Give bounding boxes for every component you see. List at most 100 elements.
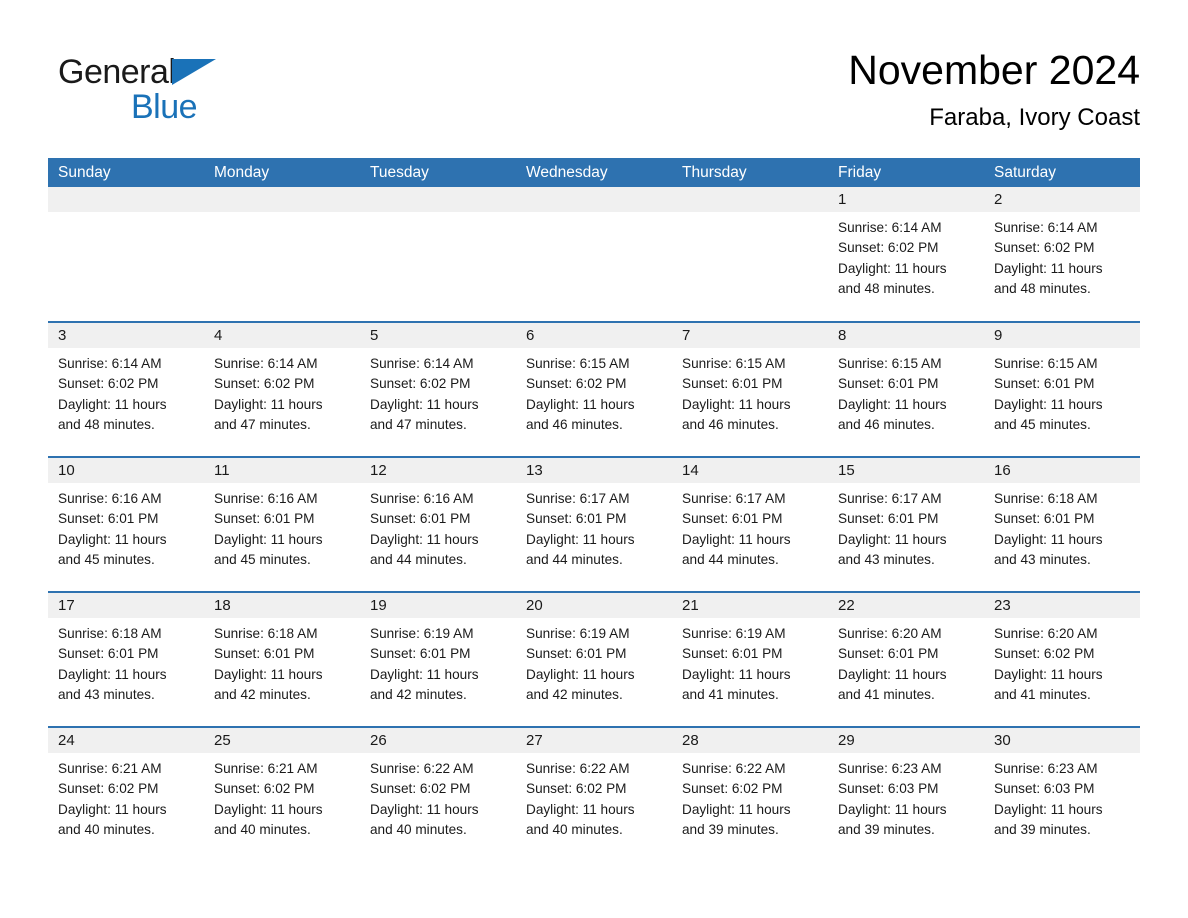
calendar-day-cell[interactable]: 7 Sunrise: 6:15 AM Sunset: 6:01 PM Daylight… [672, 321, 828, 457]
calendar-day-cell[interactable]: 4 Sunrise: 6:14 AM Sunset: 6:02 PM Daylight… [204, 321, 360, 457]
daylight-text-line1: Daylight: 11 hours [526, 396, 635, 412]
daylight-text-line2: and 40 minutes. [370, 821, 467, 837]
day-cell-inner: 4 Sunrise: 6:14 AM Sunset: 6:02 PM Daylight… [204, 323, 360, 456]
calendar-day-cell[interactable]: 21 Sunrise: 6:19 AM Sunset: 6:01 PM Dayligh… [672, 591, 828, 727]
day-number [48, 187, 204, 212]
day-cell-inner: 11 Sunrise: 6:16 AM Sunset: 6:01 PM Dayligh… [204, 458, 360, 591]
calendar-day-cell[interactable]: 9 Sunrise: 6:15 AM Sunset: 6:01 PM Daylight… [984, 321, 1140, 457]
day-number: 4 [204, 323, 360, 348]
sunset-text: Sunset: 6:02 PM [994, 240, 1095, 256]
calendar-day-cell[interactable]: 1 Sunrise: 6:14 AM Sunset: 6:02 PM Daylight… [828, 187, 984, 322]
daylight-text-line2: and 48 minutes. [58, 416, 155, 432]
day-cell-inner [672, 187, 828, 321]
day-cell-details: Sunrise: 6:15 AM Sunset: 6:01 PM Daylight:… [984, 348, 1140, 435]
calendar-day-cell[interactable]: 14 Sunrise: 6:17 AM Sunset: 6:01 PM Dayligh… [672, 456, 828, 592]
day-number [204, 187, 360, 212]
calendar-day-cell[interactable]: 30 Sunrise: 6:23 AM Sunset: 6:03 PM Dayligh… [984, 726, 1140, 862]
calendar-day-cell[interactable]: 20 Sunrise: 6:19 AM Sunset: 6:01 PM Dayligh… [516, 591, 672, 727]
day-cell-details: Sunrise: 6:16 AM Sunset: 6:01 PM Daylight:… [360, 483, 516, 570]
calendar-day-cell[interactable]: 27 Sunrise: 6:22 AM Sunset: 6:02 PM Dayligh… [516, 726, 672, 862]
daylight-text-line2: and 43 minutes. [58, 686, 155, 702]
calendar-day-cell[interactable]: 28 Sunrise: 6:22 AM Sunset: 6:02 PM Dayligh… [672, 726, 828, 862]
sunrise-text: Sunrise: 6:15 AM [526, 356, 630, 371]
daylight-text-line2: and 40 minutes. [526, 821, 623, 837]
calendar-day-cell[interactable]: 17 Sunrise: 6:18 AM Sunset: 6:01 PM Dayligh… [48, 591, 204, 727]
calendar-day-cell[interactable]: 8 Sunrise: 6:15 AM Sunset: 6:01 PM Daylight… [828, 321, 984, 457]
daylight-text-line2: and 45 minutes. [214, 551, 311, 567]
day-cell-details: Sunrise: 6:14 AM Sunset: 6:02 PM Daylight:… [204, 348, 360, 435]
daylight-text-line1: Daylight: 11 hours [838, 666, 947, 682]
calendar-day-cell[interactable]: 2 Sunrise: 6:14 AM Sunset: 6:02 PM Daylight… [984, 187, 1140, 322]
daylight-text-line1: Daylight: 11 hours [526, 666, 635, 682]
general-blue-logo[interactable]: General Blue [58, 52, 318, 132]
day-number [672, 187, 828, 212]
daylight-text-line1: Daylight: 11 hours [370, 396, 479, 412]
logo-bottom-row: Blue [58, 90, 318, 128]
day-cell-details: Sunrise: 6:22 AM Sunset: 6:02 PM Daylight:… [360, 753, 516, 840]
calendar-day-cell[interactable]: 3 Sunrise: 6:14 AM Sunset: 6:02 PM Daylight… [48, 321, 204, 457]
sunset-text: Sunset: 6:01 PM [58, 511, 159, 527]
sunset-text: Sunset: 6:01 PM [682, 646, 783, 662]
calendar-day-cell[interactable]: 12 Sunrise: 6:16 AM Sunset: 6:01 PM Dayligh… [360, 456, 516, 592]
day-cell-details: Sunrise: 6:20 AM Sunset: 6:02 PM Daylight:… [984, 618, 1140, 705]
sunset-text: Sunset: 6:02 PM [214, 376, 315, 392]
sunrise-text: Sunrise: 6:21 AM [214, 761, 318, 776]
day-number: 23 [984, 593, 1140, 618]
day-cell-inner: 6 Sunrise: 6:15 AM Sunset: 6:02 PM Daylight… [516, 323, 672, 456]
sunrise-text: Sunrise: 6:14 AM [370, 356, 474, 371]
calendar-day-cell[interactable]: 23 Sunrise: 6:20 AM Sunset: 6:02 PM Dayligh… [984, 591, 1140, 727]
calendar-day-cell[interactable]: 15 Sunrise: 6:17 AM Sunset: 6:01 PM Dayligh… [828, 456, 984, 592]
daylight-text-line1: Daylight: 11 hours [994, 666, 1103, 682]
day-cell-inner: 13 Sunrise: 6:17 AM Sunset: 6:01 PM Dayligh… [516, 458, 672, 591]
day-number [360, 187, 516, 212]
calendar-day-cell[interactable]: 25 Sunrise: 6:21 AM Sunset: 6:02 PM Dayligh… [204, 726, 360, 862]
calendar-empty-cell [48, 187, 204, 322]
day-cell-details: Sunrise: 6:17 AM Sunset: 6:01 PM Daylight:… [516, 483, 672, 570]
day-number: 16 [984, 458, 1140, 483]
daylight-text-line1: Daylight: 11 hours [838, 801, 947, 817]
calendar-day-cell[interactable]: 19 Sunrise: 6:19 AM Sunset: 6:01 PM Dayligh… [360, 591, 516, 727]
daylight-text-line2: and 46 minutes. [838, 416, 935, 432]
sunrise-text: Sunrise: 6:19 AM [370, 626, 474, 641]
day-header-friday: Friday [828, 158, 984, 187]
day-cell-details: Sunrise: 6:22 AM Sunset: 6:02 PM Daylight:… [672, 753, 828, 840]
day-cell-inner: 24 Sunrise: 6:21 AM Sunset: 6:02 PM Dayligh… [48, 728, 204, 862]
daylight-text-line1: Daylight: 11 hours [994, 396, 1103, 412]
daylight-text-line1: Daylight: 11 hours [994, 260, 1103, 276]
day-number: 19 [360, 593, 516, 618]
day-number: 25 [204, 728, 360, 753]
daylight-text-line1: Daylight: 11 hours [994, 801, 1103, 817]
calendar-day-cell[interactable]: 29 Sunrise: 6:23 AM Sunset: 6:03 PM Dayligh… [828, 726, 984, 862]
day-cell-details: Sunrise: 6:14 AM Sunset: 6:02 PM Daylight:… [828, 212, 984, 299]
calendar-day-cell[interactable]: 10 Sunrise: 6:16 AM Sunset: 6:01 PM Dayligh… [48, 456, 204, 592]
daylight-text-line2: and 40 minutes. [58, 821, 155, 837]
day-number: 8 [828, 323, 984, 348]
daylight-text-line2: and 42 minutes. [214, 686, 311, 702]
calendar-day-cell[interactable]: 22 Sunrise: 6:20 AM Sunset: 6:01 PM Dayligh… [828, 591, 984, 727]
sunset-text: Sunset: 6:01 PM [838, 376, 939, 392]
calendar-day-cell[interactable]: 24 Sunrise: 6:21 AM Sunset: 6:02 PM Dayligh… [48, 726, 204, 862]
sunrise-text: Sunrise: 6:22 AM [370, 761, 474, 776]
calendar-day-cell[interactable]: 6 Sunrise: 6:15 AM Sunset: 6:02 PM Daylight… [516, 321, 672, 457]
daylight-text-line2: and 47 minutes. [214, 416, 311, 432]
logo-blue-text: Blue [131, 88, 198, 126]
calendar-empty-cell [516, 187, 672, 322]
day-number: 7 [672, 323, 828, 348]
calendar-day-cell[interactable]: 5 Sunrise: 6:14 AM Sunset: 6:02 PM Daylight… [360, 321, 516, 457]
day-cell-details: Sunrise: 6:14 AM Sunset: 6:02 PM Daylight:… [984, 212, 1140, 299]
sunset-text: Sunset: 6:01 PM [526, 646, 627, 662]
day-cell-inner: 28 Sunrise: 6:22 AM Sunset: 6:02 PM Dayligh… [672, 728, 828, 862]
daylight-text-line1: Daylight: 11 hours [682, 531, 791, 547]
sunrise-text: Sunrise: 6:18 AM [214, 626, 318, 641]
calendar-day-cell[interactable]: 26 Sunrise: 6:22 AM Sunset: 6:02 PM Dayligh… [360, 726, 516, 862]
calendar-week-row: 24 Sunrise: 6:21 AM Sunset: 6:02 PM Dayligh… [48, 726, 1140, 862]
calendar-day-cell[interactable]: 18 Sunrise: 6:18 AM Sunset: 6:01 PM Dayligh… [204, 591, 360, 727]
calendar-day-cell[interactable]: 11 Sunrise: 6:16 AM Sunset: 6:01 PM Dayligh… [204, 456, 360, 592]
sunrise-text: Sunrise: 6:15 AM [838, 356, 942, 371]
day-header-wednesday: Wednesday [516, 158, 672, 187]
day-number: 3 [48, 323, 204, 348]
daylight-text-line1: Daylight: 11 hours [58, 396, 167, 412]
calendar-day-cell[interactable]: 13 Sunrise: 6:17 AM Sunset: 6:01 PM Dayligh… [516, 456, 672, 592]
day-cell-details: Sunrise: 6:14 AM Sunset: 6:02 PM Daylight:… [360, 348, 516, 435]
calendar-day-cell[interactable]: 16 Sunrise: 6:18 AM Sunset: 6:01 PM Dayligh… [984, 456, 1140, 592]
